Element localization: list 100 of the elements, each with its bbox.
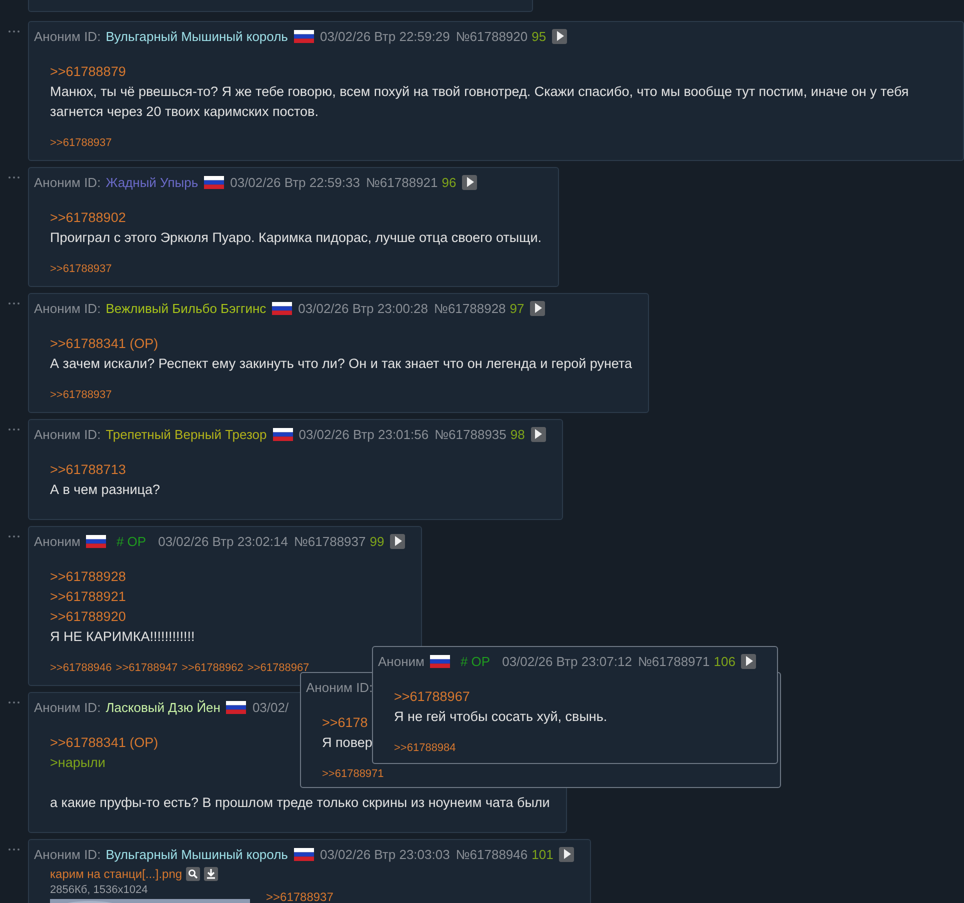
reply-link[interactable]: >>61788984 [394,741,456,755]
author-label: Аноним ID: [34,700,101,714]
author-label: Аноним [378,654,424,668]
reply-link[interactable]: >>61788920 [50,607,126,627]
play-icon [744,656,753,666]
poster-name: Вежливый Бильбо Бэггинс [106,300,266,316]
reply-link[interactable]: >>61788946 [50,661,112,675]
play-icon [466,177,474,187]
play-button[interactable] [741,654,756,668]
flag-icon [430,654,450,668]
play-icon [556,31,564,41]
reply-link[interactable]: >>61788341 (OP) [50,334,158,354]
reply-link[interactable]: >>61788937 [50,388,112,402]
post-date: 03/02/ [252,700,289,714]
post-text: А зачем искали? Респект ему закинуть что ли? Он и так знает что он легенда и герой рунета [50,355,632,373]
play-button[interactable] [390,534,406,548]
reply-link[interactable]: >>61788937 [50,136,112,150]
post-date: 03/02/26 Втр 23:03:03 [320,846,450,862]
flag-icon [294,30,314,42]
post-text: Я НЕ КАРИМКА!!!!!!!!!!!! [50,628,195,646]
post-text: А в чем разница? [50,481,160,499]
play-button[interactable] [559,846,574,862]
poster-name: Жадный Упырь [106,174,198,190]
author-label: Аноним ID: [34,174,101,190]
post-count: 98 [510,426,525,442]
post-date: 03/02/26 Втр 23:01:56 [298,426,429,442]
poster-name: Вульгарный Мышиный король [106,846,288,862]
post-text: Манюх, ты чё рвешься-то? Я же тебе говорю, всем похуй на твой говнотред. Скажи спасибо, что мы вообще тут постим, иначе он у тебя загнется через 20 твоих каримских постов. [50,83,910,121]
menu-dots-icon[interactable] [8,30,20,33]
play-button[interactable] [462,174,478,190]
flag-icon [204,176,224,188]
author-label: Аноним [34,534,80,548]
reply-link[interactable]: >>6178 [322,713,368,733]
post-number[interactable]: №61788920 [456,28,528,44]
flag-icon [86,534,106,548]
play-button[interactable] [530,426,546,442]
post-number[interactable]: №61788935 [434,426,506,442]
op-tag: # OP [116,534,146,548]
post-date: 03/02/26 Втр 23:02:14 [158,534,288,548]
play-button[interactable] [552,28,568,44]
reply-link[interactable]: >>61788937 [266,890,334,903]
reply-link[interactable]: >>61788962 [182,661,244,675]
play-icon [394,536,402,546]
post-text: а какие пруфы-то есть? В прошлом треде только скрины из ноунеим чата были [50,794,550,812]
flag-icon [272,428,293,440]
post-count: 97 [510,300,524,316]
post-number[interactable]: №61788971 [638,654,710,668]
poster-name: Трепетный Верный Трезор [106,426,267,442]
post-number[interactable]: №61788937 [294,534,366,548]
menu-dots-icon[interactable] [8,535,20,538]
post-text: Проиграл с этого Эркюля Пуаро. Каримка пидорас, лучше отца своего отыщи. [50,229,542,247]
post-count: 101 [532,846,554,862]
post-date: 03/02/26 Втр 23:07:12 [502,654,632,668]
reply-link[interactable]: >>61788947 [116,661,178,675]
author-label: Аноним ID: [34,300,101,316]
reply-link[interactable]: >>61788971 [322,767,384,781]
download-button[interactable] [204,867,218,881]
author-label: Аноним ID: [34,846,101,862]
play-icon [534,303,542,313]
reply-link[interactable]: >>61788921 [50,587,126,607]
post-number[interactable]: №61788921 [366,174,438,190]
op-tag: # OP [460,654,490,668]
reply-link[interactable]: >>61788967 [394,687,470,707]
quote-text: >нарыли [50,754,106,772]
reply-link[interactable]: >>61788879 [50,62,126,82]
reply-link[interactable]: >>61788928 [50,567,126,587]
menu-dots-icon[interactable] [8,302,20,305]
menu-dots-icon[interactable] [8,701,20,704]
search-icon [188,869,198,879]
flag-icon [272,302,292,314]
poster-name: Ласковый Дзю Йен [106,700,220,714]
play-icon [534,429,542,439]
menu-dots-icon[interactable] [8,176,20,179]
menu-dots-icon[interactable] [8,428,20,431]
reply-link[interactable]: >>61788967 [247,661,310,675]
author-label: Аноним ID: [34,426,101,442]
download-icon [206,869,216,879]
menu-dots-icon[interactable] [8,848,20,851]
play-icon [562,849,571,859]
reply-link[interactable]: >>61788713 [50,460,126,480]
flag-icon [226,700,246,714]
post-date: 03/02/26 Втр 23:00:28 [298,300,428,316]
post-number[interactable]: №61788946 [456,846,528,862]
author-label: Аноним ID: [306,680,373,694]
reply-link[interactable]: >>61788902 [50,208,126,228]
post-date: 03/02/26 Втр 22:59:33 [230,174,360,190]
search-button[interactable] [186,867,200,881]
post-count: 95 [532,28,546,44]
play-button[interactable] [530,300,546,316]
author-label: Аноним ID: [34,28,101,44]
post-text: Я повер [322,734,372,752]
post-text: Я не гей чтобы сосать хуй, свынь. [394,708,608,726]
file-link[interactable]: карим на станци[...].png [50,866,182,882]
post-number[interactable]: №61788928 [434,300,506,316]
reply-link[interactable]: >>61788937 [50,262,112,276]
post-date: 03/02/26 Втр 22:59:29 [320,28,450,44]
reply-link[interactable]: >>61788341 (OP) [50,733,158,753]
flag-icon [294,848,314,860]
post-count: 106 [714,654,736,668]
file-info: 2856Кб, 1536x1024 [50,884,148,897]
